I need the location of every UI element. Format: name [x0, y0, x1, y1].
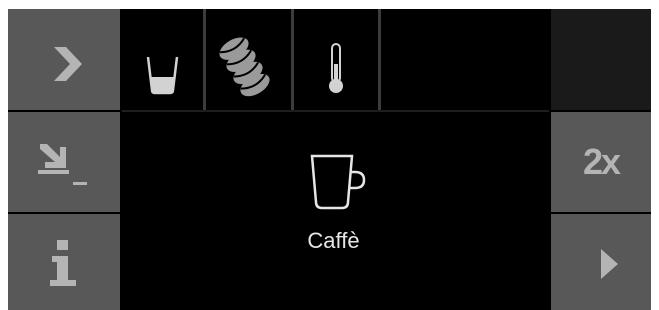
strength-setting[interactable]	[206, 9, 291, 110]
cup-fill-level-icon	[146, 56, 179, 95]
coffee-cup-icon	[310, 154, 366, 210]
chevron-right-icon	[54, 47, 82, 81]
thermometer-temperature-icon	[329, 43, 343, 93]
product-name: Caffè	[307, 228, 360, 253]
next-button[interactable]	[8, 9, 120, 110]
info-button[interactable]	[8, 214, 120, 310]
standby-button[interactable]	[8, 112, 120, 212]
info-icon	[50, 240, 76, 286]
arrow-down-right-icon	[38, 144, 87, 185]
double-shot-label: 2x	[582, 141, 621, 182]
play-icon	[601, 249, 618, 279]
right-top-empty	[551, 9, 651, 110]
temperature-setting[interactable]	[294, 9, 378, 110]
empty-setting-slot	[381, 9, 549, 110]
double-shot-button[interactable]: 2x	[551, 112, 651, 212]
start-button[interactable]	[551, 214, 651, 310]
coffee-beans-strength-icon	[219, 37, 270, 97]
cup-size-setting[interactable]	[122, 9, 203, 110]
product-selection[interactable]	[122, 112, 549, 310]
